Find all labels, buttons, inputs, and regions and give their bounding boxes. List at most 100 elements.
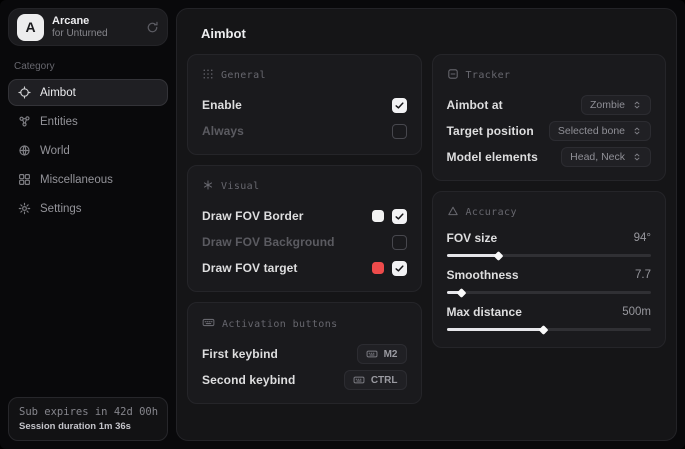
chevron-up-down-icon [632, 126, 642, 136]
setting-label: Smoothness [447, 268, 519, 282]
sidebar-nav: Aimbot Entities World [8, 79, 168, 222]
tracker-icon [447, 68, 459, 83]
app-logo: A [17, 14, 44, 41]
setting-row-target-position: Target position Selected bone [447, 120, 652, 142]
tracker-title: Tracker [466, 70, 511, 81]
general-card: General Enable Always [187, 54, 422, 155]
sidebar-item-miscellaneous[interactable]: Miscellaneous [8, 166, 168, 193]
setting-label: First keybind [202, 347, 357, 361]
tracker-card: Tracker Aimbot at Zombie [432, 54, 667, 181]
globe-icon [18, 144, 31, 157]
dropdown-value: Zombie [590, 99, 625, 111]
fov-background-checkbox[interactable] [392, 235, 407, 250]
smoothness-value: 7.7 [635, 269, 651, 281]
app-subtitle: for Unturned [52, 28, 138, 40]
setting-label: Always [202, 124, 392, 138]
sidebar: A Arcane for Unturned Category Aimbot [0, 0, 176, 449]
activation-title: Activation buttons [222, 319, 338, 330]
setting-label: Second keybind [202, 373, 344, 387]
keyboard-icon [366, 348, 378, 360]
sidebar-item-world[interactable]: World [8, 137, 168, 164]
slider-fill[interactable] [447, 291, 461, 294]
max-distance-value: 500m [622, 306, 651, 318]
session-duration-text: Session duration 1m 36s [19, 421, 157, 432]
setting-label: Model elements [447, 150, 562, 164]
setting-row-second-keybind: Second keybind CTRL [202, 369, 407, 391]
setting-row-enable: Enable [202, 94, 407, 116]
main-panel: Aimbot General [176, 8, 677, 441]
category-label: Category [14, 61, 168, 72]
first-keybind-button[interactable]: M2 [357, 344, 407, 364]
sidebar-item-label: World [40, 145, 70, 157]
visual-title: Visual [221, 181, 260, 192]
chevron-up-down-icon [632, 152, 642, 162]
setting-label: Enable [202, 98, 392, 112]
fov-size-slider[interactable] [447, 252, 652, 259]
enable-checkbox[interactable] [392, 98, 407, 113]
sidebar-item-label: Miscellaneous [40, 174, 113, 186]
sidebar-item-label: Aimbot [40, 87, 76, 99]
keyboard-icon [353, 374, 365, 386]
setting-label: Draw FOV Background [202, 235, 392, 249]
setting-label: Aimbot at [447, 98, 581, 112]
setting-row-always: Always [202, 120, 407, 142]
aimbot-at-dropdown[interactable]: Zombie [581, 95, 651, 115]
max-distance-setting: Max distance 500m [447, 305, 652, 333]
setting-row-fov-target: Draw FOV target [202, 257, 407, 279]
always-checkbox[interactable] [392, 124, 407, 139]
triangle-icon [447, 205, 459, 220]
app-title: Arcane [52, 15, 138, 28]
fov-size-value: 94° [634, 232, 651, 244]
slider-fill[interactable] [447, 328, 543, 331]
sidebar-item-label: Settings [40, 203, 82, 215]
setting-row-fov-border: Draw FOV Border [202, 205, 407, 227]
visual-icon [202, 179, 214, 194]
dropdown-value: Selected bone [558, 125, 625, 137]
general-title: General [221, 70, 266, 81]
target-position-dropdown[interactable]: Selected bone [549, 121, 651, 141]
sub-expiry-text: Sub expires in 42d 00h [19, 406, 157, 418]
setting-row-model-elements: Model elements Head, Neck [447, 146, 652, 168]
accuracy-card: Accuracy FOV size 94° [432, 191, 667, 348]
fov-target-color-swatch[interactable] [372, 262, 384, 274]
keyboard-icon [202, 316, 215, 332]
sync-icon[interactable] [146, 21, 159, 34]
slider-fill[interactable] [447, 254, 498, 257]
sidebar-header: A Arcane for Unturned [8, 8, 168, 46]
crosshair-icon [18, 86, 31, 99]
fov-border-color-swatch[interactable] [372, 210, 384, 222]
chevron-up-down-icon [632, 100, 642, 110]
fov-size-setting: FOV size 94° [447, 231, 652, 259]
smoothness-slider[interactable] [447, 289, 652, 296]
entities-icon [18, 115, 31, 128]
fov-border-checkbox[interactable] [392, 209, 407, 224]
activation-card: Activation buttons First keybind [187, 302, 422, 404]
sidebar-item-settings[interactable]: Settings [8, 195, 168, 222]
second-keybind-button[interactable]: CTRL [344, 370, 407, 390]
fov-target-checkbox[interactable] [392, 261, 407, 276]
model-elements-dropdown[interactable]: Head, Neck [561, 147, 651, 167]
keybind-value: M2 [384, 349, 398, 360]
setting-label: Target position [447, 124, 549, 138]
app-window: A Arcane for Unturned Category Aimbot [0, 0, 685, 449]
setting-label: Draw FOV target [202, 261, 372, 275]
keybind-value: CTRL [371, 375, 398, 386]
page-title: Aimbot [201, 26, 666, 41]
sidebar-item-aimbot[interactable]: Aimbot [8, 79, 168, 106]
accuracy-title: Accuracy [466, 207, 517, 218]
sidebar-item-entities[interactable]: Entities [8, 108, 168, 135]
setting-label: Max distance [447, 305, 522, 319]
max-distance-slider[interactable] [447, 326, 652, 333]
setting-row-aimbot-at: Aimbot at Zombie [447, 94, 652, 116]
setting-label: Draw FOV Border [202, 209, 372, 223]
general-icon [202, 68, 214, 83]
sidebar-item-label: Entities [40, 116, 78, 128]
grid-icon [18, 173, 31, 186]
setting-row-first-keybind: First keybind M2 [202, 343, 407, 365]
visual-card: Visual Draw FOV Border Draw FOV Backgrou… [187, 165, 422, 292]
smoothness-setting: Smoothness 7.7 [447, 268, 652, 296]
setting-row-fov-background: Draw FOV Background [202, 231, 407, 253]
setting-label: FOV size [447, 231, 498, 245]
dropdown-value: Head, Neck [570, 151, 625, 163]
subscription-status: Sub expires in 42d 00h Session duration … [8, 397, 168, 441]
